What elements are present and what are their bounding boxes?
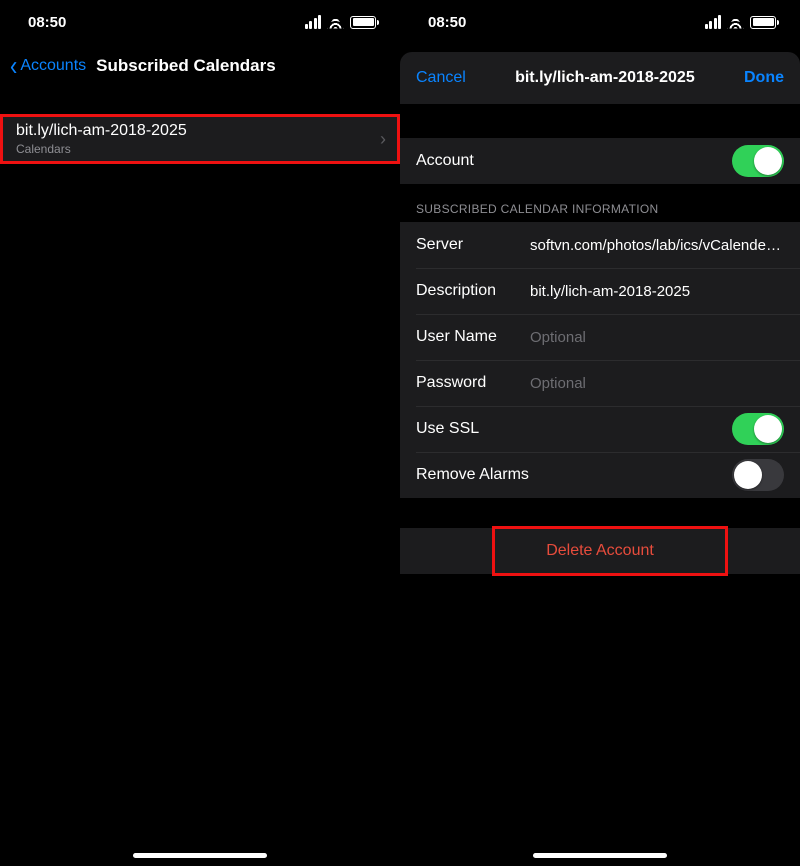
delete-label: Delete Account xyxy=(546,542,654,560)
description-value: bit.ly/lich-am-2018-2025 xyxy=(530,283,784,300)
use-ssl-label: Use SSL xyxy=(416,420,479,438)
wifi-icon xyxy=(327,16,344,29)
wifi-icon xyxy=(727,16,744,29)
status-bar: 08:50 xyxy=(400,0,800,44)
battery-icon xyxy=(750,16,776,29)
back-label: Accounts xyxy=(20,57,86,75)
status-bar: 08:50 xyxy=(0,0,400,44)
modal-title: bit.ly/lich-am-2018-2025 xyxy=(515,69,695,87)
account-toggle-row: Account xyxy=(400,138,800,184)
done-button[interactable]: Done xyxy=(744,69,784,87)
username-field[interactable]: Optional xyxy=(530,329,784,346)
server-row[interactable]: Server softvn.com/photos/lab/ics/vCalend… xyxy=(400,222,800,268)
use-ssl-row: Use SSL xyxy=(400,406,800,452)
calendar-row-subtitle: Calendars xyxy=(16,142,187,156)
chevron-left-icon: ‹ xyxy=(10,52,17,80)
server-value: softvn.com/photos/lab/ics/vCalender_201… xyxy=(530,237,784,254)
account-label: Account xyxy=(416,152,474,170)
account-toggle[interactable] xyxy=(732,145,784,177)
calendar-row-title: bit.ly/lich-am-2018-2025 xyxy=(16,122,187,140)
nav-bar: ‹ Accounts Subscribed Calendars xyxy=(0,44,400,88)
password-row[interactable]: Password Optional xyxy=(400,360,800,406)
status-icons xyxy=(705,15,777,29)
calendar-row[interactable]: bit.ly/lich-am-2018-2025 Calendars › xyxy=(0,114,400,164)
screen-accounts-list: 08:50 ‹ Accounts Subscribed Calendars bi… xyxy=(0,0,400,866)
delete-account-button[interactable]: Delete Account xyxy=(400,528,800,574)
description-row[interactable]: Description bit.ly/lich-am-2018-2025 xyxy=(400,268,800,314)
server-label: Server xyxy=(416,236,516,254)
password-label: Password xyxy=(416,374,516,392)
back-button[interactable]: ‹ Accounts xyxy=(10,55,86,77)
section-header: SUBSCRIBED CALENDAR INFORMATION xyxy=(400,184,800,222)
screen-account-detail: 08:50 Cancel bit.ly/lich-am-2018-2025 Do… xyxy=(400,0,800,866)
cancel-button[interactable]: Cancel xyxy=(416,69,466,87)
use-ssl-toggle[interactable] xyxy=(732,413,784,445)
remove-alarms-row: Remove Alarms xyxy=(400,452,800,498)
username-label: User Name xyxy=(416,328,516,346)
status-time: 08:50 xyxy=(428,14,466,31)
password-field[interactable]: Optional xyxy=(530,375,784,392)
chevron-right-icon: › xyxy=(380,129,386,150)
status-icons xyxy=(305,15,377,29)
home-indicator[interactable] xyxy=(533,853,667,858)
battery-icon xyxy=(350,16,376,29)
description-label: Description xyxy=(416,282,516,300)
cellular-icon xyxy=(305,15,322,29)
page-title: Subscribed Calendars xyxy=(96,56,276,76)
status-time: 08:50 xyxy=(28,14,66,31)
remove-alarms-toggle[interactable] xyxy=(732,459,784,491)
cellular-icon xyxy=(705,15,722,29)
modal-nav: Cancel bit.ly/lich-am-2018-2025 Done xyxy=(400,52,800,104)
home-indicator[interactable] xyxy=(133,853,267,858)
modal-sheet: Cancel bit.ly/lich-am-2018-2025 Done Acc… xyxy=(400,52,800,866)
username-row[interactable]: User Name Optional xyxy=(400,314,800,360)
remove-alarms-label: Remove Alarms xyxy=(416,466,529,484)
